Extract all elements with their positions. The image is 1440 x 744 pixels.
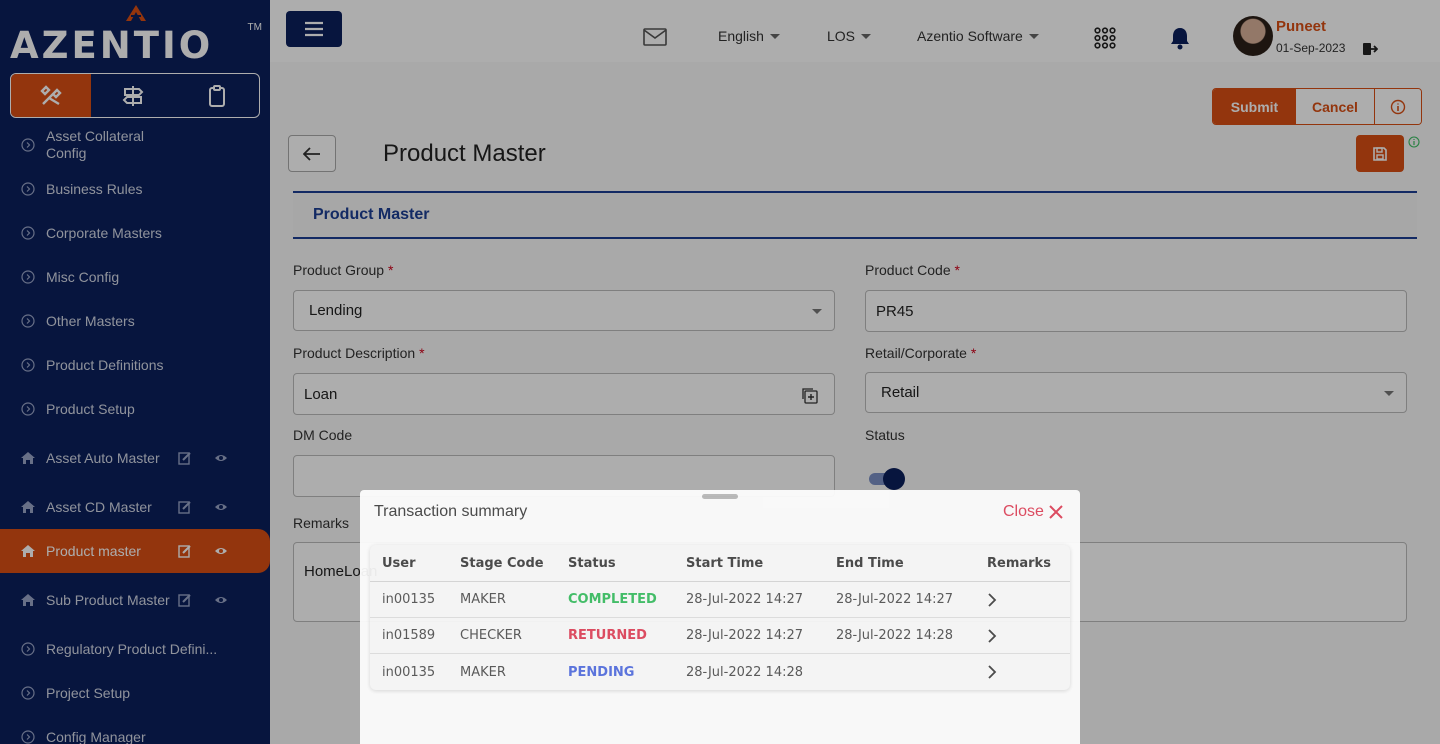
column-header: Stage Code <box>460 555 544 571</box>
drag-handle[interactable] <box>702 494 738 499</box>
table-row[interactable]: in00135 MAKER PENDING 28-Jul-2022 14:28 <box>370 654 1070 690</box>
stage-cell: MAKER <box>460 592 506 607</box>
column-header: Status <box>568 555 616 571</box>
transaction-table: User Stage Code Status Start Time End Ti… <box>370 545 1070 690</box>
start-time-cell: 28-Jul-2022 14:27 <box>686 592 804 607</box>
end-time-cell: 28-Jul-2022 14:28 <box>836 628 954 643</box>
table-header-row: User Stage Code Status Start Time End Ti… <box>370 545 1070 582</box>
user-cell: in01589 <box>382 628 436 643</box>
column-header: Start Time <box>686 555 764 571</box>
chevron-right-icon[interactable] <box>987 582 997 617</box>
end-time-cell: 28-Jul-2022 14:27 <box>836 592 954 607</box>
table-row[interactable]: in01589 CHECKER RETURNED 28-Jul-2022 14:… <box>370 618 1070 654</box>
user-cell: in00135 <box>382 664 436 680</box>
chevron-right-icon[interactable] <box>987 654 997 690</box>
column-header: User <box>382 555 416 571</box>
status-cell: PENDING <box>568 664 635 680</box>
modal-title: Transaction summary <box>374 503 528 520</box>
chevron-right-icon[interactable] <box>987 618 997 653</box>
column-header: End Time <box>836 555 904 571</box>
status-cell: COMPLETED <box>568 592 657 607</box>
close-button[interactable]: Close <box>1003 503 1063 521</box>
stage-cell: MAKER <box>460 664 506 680</box>
table-row[interactable]: in00135 MAKER COMPLETED 28-Jul-2022 14:2… <box>370 582 1070 618</box>
user-cell: in00135 <box>382 592 436 607</box>
close-icon <box>1049 505 1063 519</box>
stage-cell: CHECKER <box>460 628 522 643</box>
close-label: Close <box>1003 503 1044 520</box>
status-cell: RETURNED <box>568 628 647 643</box>
column-header: Remarks <box>987 555 1051 571</box>
start-time-cell: 28-Jul-2022 14:28 <box>686 664 804 680</box>
transaction-summary-modal: Transaction summary Close User Stage Cod… <box>360 490 1080 744</box>
start-time-cell: 28-Jul-2022 14:27 <box>686 628 804 643</box>
